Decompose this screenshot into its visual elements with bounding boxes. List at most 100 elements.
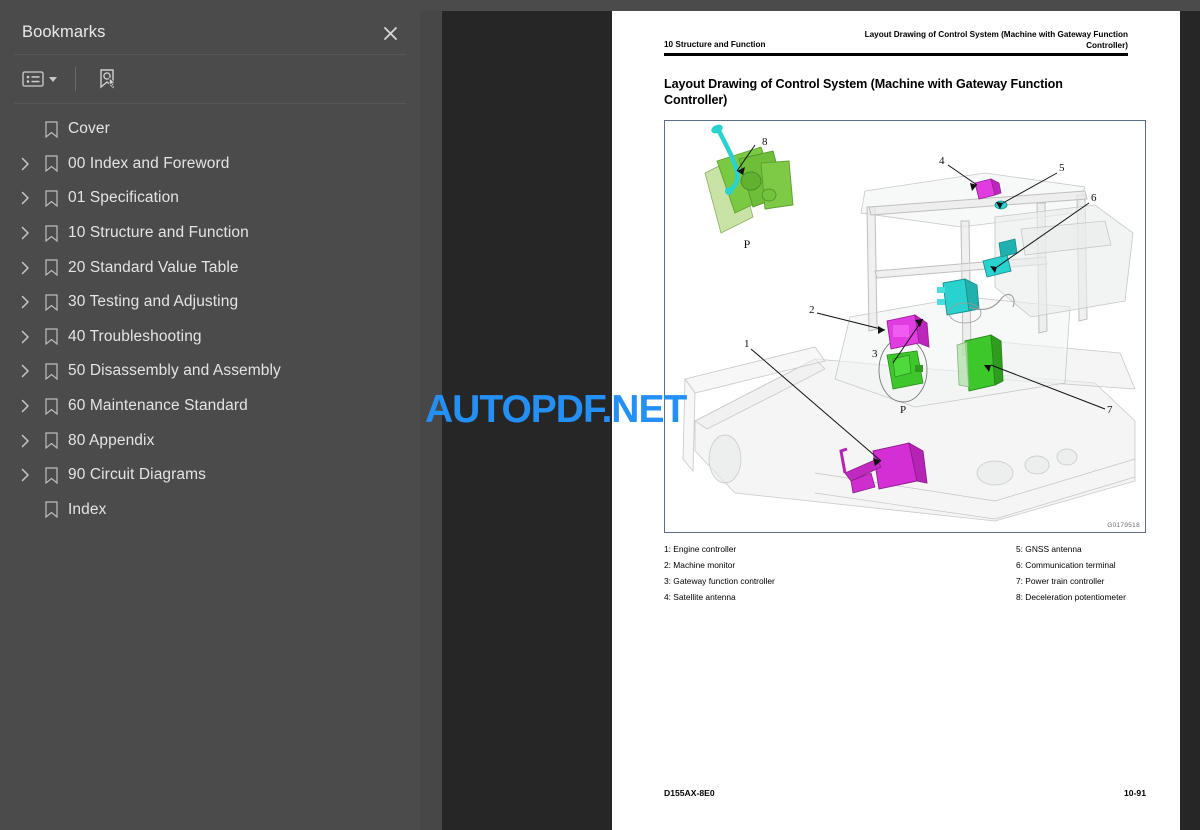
figure-legend: 1: Engine controller 2: Machine monitor … xyxy=(664,541,1146,605)
bookmark-label: 30 Testing and Adjusting xyxy=(68,293,239,311)
legend-item-8: 8: Deceleration potentiometer xyxy=(1016,591,1126,602)
expand-toggle[interactable] xyxy=(12,255,38,281)
callout-1: 1 xyxy=(744,338,750,350)
bookmark-item-cover[interactable]: Cover xyxy=(0,112,420,147)
running-header-right: Layout Drawing of Control System (Machin… xyxy=(864,30,1128,50)
bookmark-label: 80 Appendix xyxy=(68,431,155,449)
bookmark-label: Index xyxy=(68,500,107,518)
expand-toggle[interactable] xyxy=(12,393,38,419)
bookmark-item-40-troubleshooting[interactable]: 40 Troubleshooting xyxy=(0,320,420,355)
expand-toggle[interactable] xyxy=(12,185,38,211)
bookmark-label: 90 Circuit Diagrams xyxy=(68,466,206,484)
detail-inset-pedal: P xyxy=(704,124,794,251)
bookmark-icon xyxy=(38,394,64,418)
bookmark-icon xyxy=(38,152,64,176)
bookmark-label: 60 Maintenance Standard xyxy=(68,397,248,415)
legend-item-3: 3: Gateway function controller xyxy=(664,575,775,586)
bookmark-icon xyxy=(38,498,64,522)
bookmark-options-button[interactable] xyxy=(18,66,61,92)
header-rule xyxy=(664,53,1128,56)
panel-title: Bookmarks xyxy=(22,23,106,41)
bookmark-item-80-appendix[interactable]: 80 Appendix xyxy=(0,423,420,458)
page-content: 10 Structure and Function Layout Drawing… xyxy=(664,30,1146,605)
bookmark-label: 01 Specification xyxy=(68,189,180,207)
bookmark-icon xyxy=(38,256,64,280)
chevron-right-icon xyxy=(21,261,29,274)
callout-2: 2 xyxy=(809,304,815,316)
chevron-right-icon xyxy=(21,296,29,309)
figure-id: G0179518 xyxy=(1107,521,1140,529)
chevron-right-icon xyxy=(21,226,29,240)
bookmarks-panel-header: Bookmarks xyxy=(0,11,420,54)
bookmark-label: 50 Disassembly and Assembly xyxy=(68,362,281,380)
panel-resize-gutter[interactable] xyxy=(420,11,442,830)
bookmark-icon xyxy=(38,221,64,245)
chevron-right-icon xyxy=(21,468,29,482)
machine-layout-illustration: P P 8 3 2 1 4 5 6 7 xyxy=(682,124,1136,522)
pdf-viewer-window: Bookmarks Cover 00 Index and Foreword 01… xyxy=(0,0,1200,830)
expand-toggle[interactable] xyxy=(12,220,38,246)
callout-8: 8 xyxy=(762,136,768,148)
chevron-right-icon xyxy=(21,399,29,413)
chevron-right-icon xyxy=(21,157,29,171)
component-power-train-controller xyxy=(956,333,1004,392)
expand-toggle[interactable] xyxy=(12,151,38,177)
bookmark-icon xyxy=(38,186,64,210)
callout-5: 5 xyxy=(1059,162,1065,174)
callout-6: 6 xyxy=(1091,192,1097,204)
bookmark-item-20-standard-value-table[interactable]: 20 Standard Value Table xyxy=(0,250,420,285)
running-header: 10 Structure and Function Layout Drawing… xyxy=(664,30,1128,51)
callout-4: 4 xyxy=(939,155,945,167)
figure-layout-drawing: P P 8 3 2 1 4 5 6 7 G0179518 xyxy=(664,119,1146,533)
chevron-right-icon xyxy=(21,330,29,344)
bookmark-label: 40 Troubleshooting xyxy=(68,327,202,345)
expand-toggle[interactable] xyxy=(12,324,38,350)
svg-text:P: P xyxy=(744,237,751,251)
legend-item-7: 7: Power train controller xyxy=(1016,575,1105,586)
bookmark-icon xyxy=(38,290,64,314)
bookmark-icon xyxy=(38,359,64,383)
footer-model: D155AX-8E0 xyxy=(664,788,715,798)
window-top-strip xyxy=(0,0,1200,11)
document-page: 10 Structure and Function Layout Drawing… xyxy=(612,11,1180,830)
bookmark-item-01-specification[interactable]: 01 Specification xyxy=(0,181,420,216)
bookmark-label: 10 Structure and Function xyxy=(68,224,249,242)
bookmark-label: 00 Index and Foreword xyxy=(68,154,230,172)
bookmarks-panel: Bookmarks Cover 00 Index and Foreword 01… xyxy=(0,11,420,830)
bookmark-item-30-testing-and-adjusting[interactable]: 30 Testing and Adjusting xyxy=(0,285,420,320)
bookmark-icon xyxy=(38,117,64,141)
callout-7: 7 xyxy=(1107,404,1113,416)
bookmark-label: 20 Standard Value Table xyxy=(68,258,239,276)
expand-toggle[interactable] xyxy=(12,428,38,454)
bookmark-item-60-maintenance-standard[interactable]: 60 Maintenance Standard xyxy=(0,389,420,424)
close-icon xyxy=(383,26,397,40)
expand-toggle[interactable] xyxy=(12,462,38,488)
bookmark-label: Cover xyxy=(68,120,110,138)
toolbar-separator xyxy=(75,67,76,91)
page-footer: D155AX-8E0 10-91 xyxy=(664,788,1146,798)
bookmark-icon xyxy=(38,463,64,487)
bookmark-item-10-structure-and-function[interactable]: 10 Structure and Function xyxy=(0,216,420,251)
footer-page-number: 10-91 xyxy=(1124,788,1146,798)
legend-item-6: 6: Communication terminal xyxy=(1016,559,1116,570)
legend-item-2: 2: Machine monitor xyxy=(664,559,736,570)
bookmark-item-00-index-and-foreword[interactable]: 00 Index and Foreword xyxy=(0,147,420,182)
bookmark-icon xyxy=(38,325,64,349)
legend-item-4: 4: Satellite antenna xyxy=(664,591,736,602)
expand-toggle[interactable] xyxy=(12,289,38,315)
bookmark-search-icon xyxy=(100,69,117,89)
page-title: Layout Drawing of Control System (Machin… xyxy=(664,76,1063,107)
find-bookmark-button[interactable] xyxy=(92,63,124,95)
list-options-icon xyxy=(22,71,44,87)
expand-toggle[interactable] xyxy=(12,358,38,384)
bookmarks-tree: Cover 00 Index and Foreword 01 Specifica… xyxy=(0,104,420,527)
bookmarks-toolbar xyxy=(0,55,420,103)
callout-3: 3 xyxy=(872,348,878,360)
close-panel-button[interactable] xyxy=(376,19,404,47)
chevron-down-icon xyxy=(49,76,57,82)
bookmark-item-50-disassembly-and-assembly[interactable]: 50 Disassembly and Assembly xyxy=(0,354,420,389)
bookmark-item-index[interactable]: Index xyxy=(0,493,420,528)
chevron-right-icon xyxy=(21,434,29,447)
bookmark-item-90-circuit-diagrams[interactable]: 90 Circuit Diagrams xyxy=(0,458,420,493)
running-header-left: 10 Structure and Function xyxy=(664,39,766,49)
